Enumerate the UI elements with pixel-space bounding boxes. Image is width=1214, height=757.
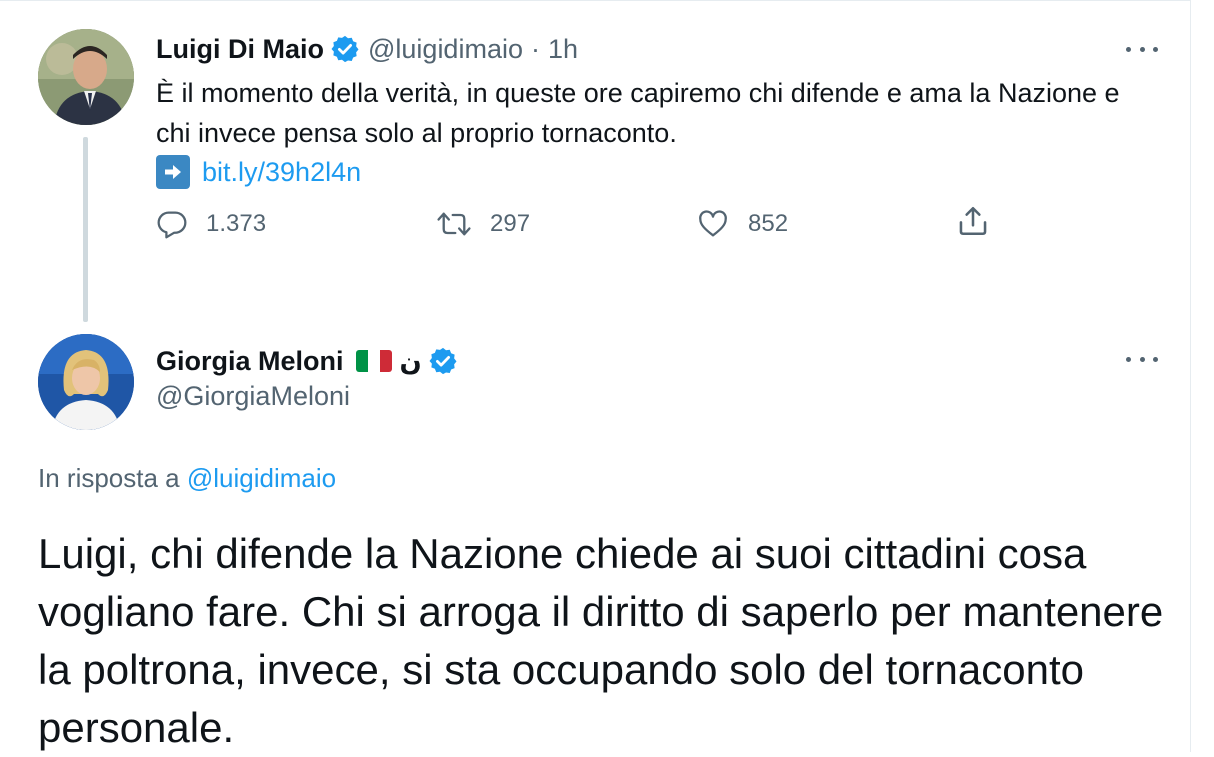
- tweet-timestamp[interactable]: 1h: [548, 34, 578, 65]
- in-reply-handle[interactable]: @luigidimaio: [187, 463, 336, 493]
- parent-tweet-header: Luigi Di Maio @luigidimaio · 1h: [156, 31, 578, 67]
- retweet-button[interactable]: 297: [436, 208, 530, 240]
- retweet-icon: [437, 212, 471, 236]
- thread-connector-line: [83, 137, 88, 322]
- reply-button[interactable]: 1.373: [156, 208, 266, 240]
- avatar-luigi-di-maio[interactable]: [38, 29, 134, 125]
- separator-dot: ·: [530, 33, 540, 64]
- like-count: 852: [748, 210, 789, 237]
- more-dot-icon: [1153, 356, 1158, 362]
- retweet-count: 297: [490, 210, 531, 237]
- in-reply-prefix: In risposta a: [38, 463, 180, 493]
- verified-badge-icon: [330, 34, 360, 64]
- author-name[interactable]: Giorgia Meloni: [156, 346, 344, 377]
- more-dot-icon: [1153, 46, 1158, 52]
- parent-tweet-text: È il momento della verità, in queste ore…: [156, 78, 1120, 148]
- tweet-thread: Luigi Di Maio @luigidimaio · 1h È il mom…: [0, 0, 1191, 752]
- verified-badge-icon: [428, 346, 458, 376]
- in-reply-to: In risposta a @luigidimaio: [38, 463, 336, 494]
- avatar-giorgia-meloni[interactable]: [38, 334, 134, 430]
- heart-icon: [699, 210, 727, 237]
- tweet-link[interactable]: bit.ly/39h2l4n: [202, 157, 361, 188]
- reply-tweet-header: Giorgia Meloni ن: [156, 341, 466, 381]
- more-dot-icon: [1126, 46, 1131, 52]
- more-dot-icon: [1139, 356, 1145, 362]
- more-dot-icon: [1126, 356, 1131, 362]
- reply-icon: [157, 211, 187, 239]
- reply-tweet-text: Luigi, chi difende la Nazione chiede ai …: [38, 530, 1164, 751]
- share-icon: [959, 206, 987, 236]
- reply-count: 1.373: [206, 210, 267, 237]
- name-symbol: ن: [399, 345, 422, 376]
- author-name[interactable]: Luigi Di Maio: [156, 34, 324, 65]
- author-handle[interactable]: @luigidimaio: [368, 34, 523, 65]
- right-arrow-emoji-icon: [156, 155, 190, 189]
- tweet-link-line: bit.ly/39h2l4n: [156, 152, 361, 192]
- flag-italy-icon: [355, 350, 392, 372]
- like-button[interactable]: 852: [696, 208, 788, 240]
- more-dot-icon: [1139, 46, 1145, 52]
- author-handle[interactable]: @GiorgiaMeloni: [156, 381, 350, 412]
- share-button[interactable]: [956, 204, 1008, 238]
- more-options-button[interactable]: [1122, 349, 1162, 369]
- more-options-button[interactable]: [1122, 39, 1162, 59]
